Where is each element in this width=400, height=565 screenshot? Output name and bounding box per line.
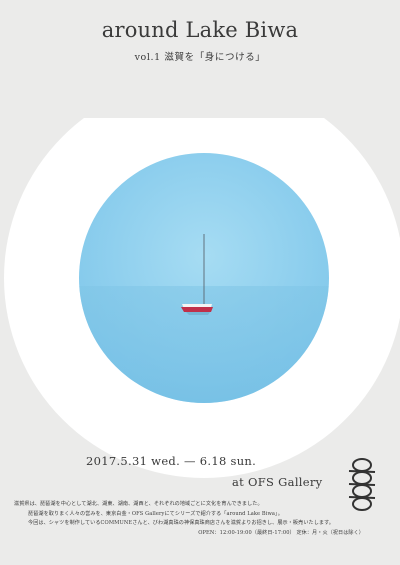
exhibition-venue: at OFS Gallery bbox=[232, 475, 323, 489]
poster-title: around Lake Biwa bbox=[101, 18, 299, 42]
opening-hours: OPEN：12:00-19:00（最終日-17:00） 定休：月・火（祝日は除く… bbox=[198, 529, 364, 536]
poster-subtitle: vol.1 滋賀を「身につける」 bbox=[134, 52, 266, 63]
description-line: 滋賀県は、琵琶湖を中心として湖北、湖東、湖南、湖西と、それぞれの地域ごとに文化を… bbox=[14, 501, 263, 507]
exhibition-dates: 2017.5.31 wed. — 6.18 sun. bbox=[86, 454, 257, 468]
description-line: 琵琶湖を取りまく人々の営みを、東京白金・OFS Galleryにてシリーズで紹介… bbox=[28, 510, 283, 517]
exhibition-description: 滋賀県は、琵琶湖を中心として湖北、湖東、湖南、湖西と、それぞれの地域ごとに文化を… bbox=[14, 500, 374, 538]
poster: around Lake Biwa vol.1 滋賀を「身につける」 2017.5… bbox=[0, 0, 400, 565]
description-line: 今回は、シャツを制作しているCOMMUNEさんと、びわ湖真珠の神保真珠商店さんを… bbox=[28, 520, 334, 527]
